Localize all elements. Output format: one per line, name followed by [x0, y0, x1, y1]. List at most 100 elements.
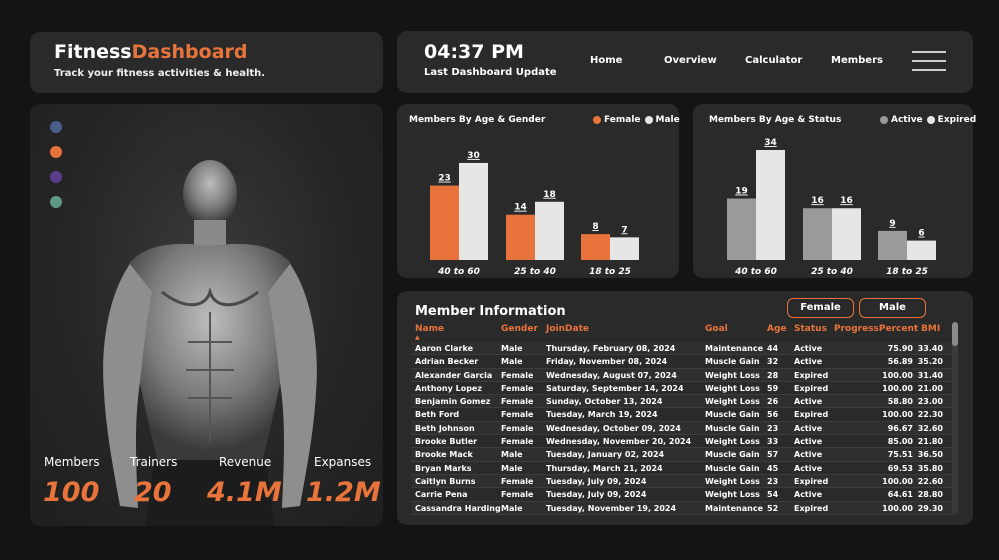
- table-row[interactable]: Adrian Becker Male Friday, November 08, 20…: [411, 355, 953, 369]
- filter-male-button[interactable]: Male: [859, 298, 926, 318]
- cell-gender: Female: [501, 397, 534, 407]
- data-label: 30: [467, 151, 480, 161]
- bar-male-0[interactable]: [459, 162, 488, 260]
- table-row[interactable]: Caitlyn Burns Female Tuesday, July 09, 202…: [411, 474, 953, 489]
- cell-gender: Male: [501, 503, 523, 513]
- data-label: 16: [811, 196, 824, 206]
- cell-joindate: Thursday, March 21, 2024: [546, 463, 663, 473]
- cell-name: Bryan Marks: [415, 463, 472, 473]
- cell-progresspercent: 100.00: [882, 383, 913, 393]
- bar-male-1[interactable]: [535, 201, 564, 260]
- menu-icon[interactable]: [912, 51, 946, 71]
- cell-status: Active: [794, 463, 823, 473]
- col-progress[interactable]: ProgressPercent: [834, 324, 918, 334]
- bar-expired-2[interactable]: [907, 240, 936, 260]
- bar-active-1[interactable]: [803, 208, 832, 260]
- cell-goal: Maintenance: [705, 344, 764, 353]
- cell-status: Expired: [794, 503, 829, 513]
- sort-ascending-icon[interactable]: ▲: [415, 334, 420, 341]
- kpi-revenue-value: 4.1M: [207, 477, 282, 508]
- table-row[interactable]: Cassandra Harding Male Tuesday, November 1…: [411, 501, 953, 515]
- theme-dot-blue[interactable]: [50, 121, 62, 133]
- bar-female-2[interactable]: [581, 234, 610, 260]
- filter-female-button[interactable]: Female: [787, 298, 854, 318]
- cell-age: 32: [767, 357, 779, 367]
- table-row[interactable]: Beth Johnson Female Wednesday, October 09,…: [411, 421, 953, 436]
- cell-age: 44: [767, 344, 779, 353]
- table-row[interactable]: Carrie Pena Female Tuesday, July 09, 2024 W…: [411, 488, 953, 502]
- cell-goal: Weight Loss: [705, 490, 760, 500]
- theme-dot-green[interactable]: [50, 196, 62, 208]
- cell-status: Expired: [794, 370, 829, 380]
- theme-dot-purple[interactable]: [50, 171, 62, 183]
- scroll-thumb[interactable]: [952, 322, 958, 346]
- table-row[interactable]: Bryan Marks Male Thursday, March 21, 2024 M…: [411, 462, 953, 475]
- cell-progresspercent: 69.53: [887, 463, 913, 473]
- kpi-members-label: Members: [44, 455, 100, 469]
- x-tick-label: 40 to 60: [437, 267, 480, 277]
- cell-bmi: 22.30: [917, 410, 943, 420]
- table-row[interactable]: Brooke Mack Male Tuesday, January 02, 2024…: [411, 448, 953, 462]
- col-name[interactable]: Name: [415, 324, 444, 334]
- nav-members[interactable]: Members: [831, 55, 883, 66]
- col-status[interactable]: Status: [794, 324, 827, 334]
- cell-progresspercent: 100.00: [882, 370, 913, 380]
- table-row[interactable]: Benjamin Gomez Female Sunday, October 13, …: [411, 395, 953, 409]
- data-label: 14: [514, 203, 527, 213]
- kpi-trainers-value: 20: [134, 477, 172, 508]
- cell-gender: Female: [501, 437, 534, 447]
- cell-gender: Female: [501, 490, 534, 500]
- table-body: Aaron Clarke Male Thursday, February 08, 2…: [411, 342, 953, 515]
- cell-age: 23: [767, 476, 779, 486]
- table-row[interactable]: Beth Ford Female Tuesday, March 19, 2024 Mu…: [411, 408, 953, 422]
- cell-age: 54: [767, 490, 779, 500]
- theme-dot-orange[interactable]: [50, 146, 62, 158]
- cell-bmi: 32.60: [917, 423, 943, 433]
- table-scrollbar[interactable]: [952, 322, 958, 514]
- kpi-revenue-label: Revenue: [219, 455, 272, 469]
- cell-age: 57: [767, 450, 779, 460]
- table-row[interactable]: Anthony Lopez Female Saturday, September 1…: [411, 382, 953, 396]
- cell-gender: Male: [501, 463, 523, 473]
- nav-home[interactable]: Home: [590, 55, 622, 66]
- data-label: 23: [438, 174, 451, 184]
- athlete-image: [103, 145, 317, 526]
- cell-goal: Muscle Gain: [705, 423, 760, 433]
- nav-overview[interactable]: Overview: [664, 55, 717, 66]
- bar-female-1[interactable]: [506, 214, 535, 260]
- cell-joindate: Tuesday, July 09, 2024: [546, 476, 647, 486]
- cell-name: Anthony Lopez: [415, 383, 482, 393]
- dashboard-subtitle: Track your fitness activities & health.: [54, 68, 266, 79]
- bar-female-0[interactable]: [430, 185, 459, 260]
- bar-male-2[interactable]: [610, 237, 639, 260]
- cell-status: Active: [794, 344, 823, 353]
- table-row[interactable]: Brooke Butler Female Wednesday, November 2…: [411, 435, 953, 449]
- bar-expired-0[interactable]: [756, 150, 785, 260]
- cell-progresspercent: 100.00: [882, 476, 913, 486]
- data-label: 8: [592, 222, 598, 232]
- cell-progresspercent: 100.00: [882, 503, 913, 513]
- cell-status: Active: [794, 490, 823, 500]
- table-row[interactable]: Alexander Garcia Female Wednesday, August …: [411, 368, 953, 382]
- bar-active-0[interactable]: [727, 198, 756, 260]
- dashboard-title: FitnessDashboard: [54, 41, 247, 63]
- cell-status: Expired: [794, 410, 829, 420]
- bar-active-2[interactable]: [878, 230, 907, 260]
- x-tick-label: 18 to 25: [886, 267, 928, 277]
- cell-joindate: Tuesday, July 09, 2024: [546, 490, 647, 500]
- table-row[interactable]: Aaron Clarke Male Thursday, February 08, 2…: [411, 342, 953, 356]
- x-tick-label: 25 to 40: [811, 267, 853, 277]
- cell-name: Aaron Clarke: [415, 344, 473, 353]
- cell-status: Active: [794, 437, 823, 447]
- col-age[interactable]: Age: [767, 324, 787, 334]
- cell-name: Caitlyn Burns: [415, 476, 476, 486]
- cell-name: Beth Johnson: [415, 423, 475, 433]
- col-joindate[interactable]: JoinDate: [546, 324, 589, 334]
- nav-calculator[interactable]: Calculator: [745, 55, 802, 66]
- bar-expired-1[interactable]: [832, 208, 861, 260]
- col-goal[interactable]: Goal: [705, 324, 728, 334]
- kpi-trainers-label: Trainers: [130, 455, 178, 469]
- col-bmi[interactable]: BMI: [921, 324, 940, 334]
- col-gender[interactable]: Gender: [501, 324, 538, 334]
- cell-goal: Muscle Gain: [705, 357, 760, 367]
